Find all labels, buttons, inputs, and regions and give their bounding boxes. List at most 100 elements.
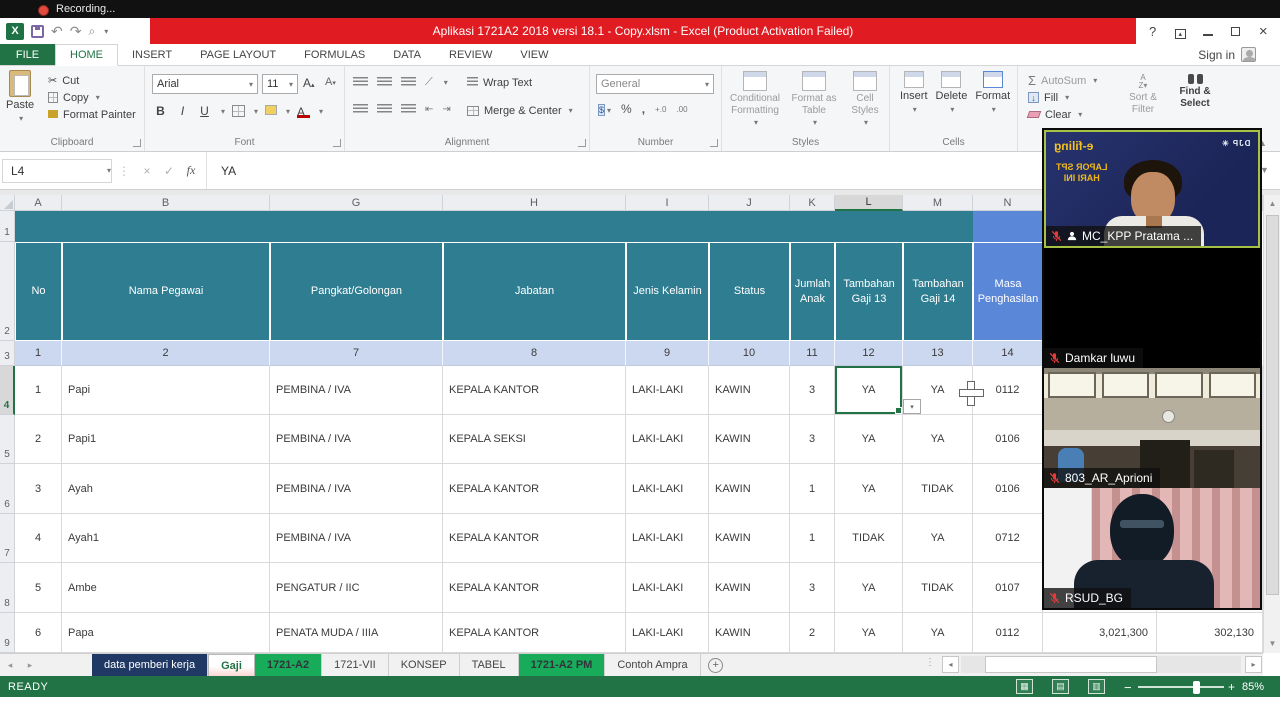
page-break-view-button[interactable]: ▥ (1088, 679, 1105, 694)
tab-scroll-right-icon[interactable]: ▸ (20, 654, 40, 676)
video-tile-mc-kpp-pratama[interactable]: e-filingLAPOR SPTHARI INIDJP ✳MC_KPP Pra… (1044, 130, 1260, 248)
undo-icon[interactable]: ↶ (51, 24, 63, 38)
cancel-entry-button[interactable]: × (136, 164, 158, 178)
vertical-scrollbar[interactable]: ▲ ▼ (1263, 195, 1280, 653)
cell-G6[interactable]: PEMBINA / IVA (270, 464, 443, 514)
ribbon-tab-home[interactable]: HOME (55, 44, 118, 66)
cell-I7[interactable]: LAKI-LAKI (626, 514, 709, 563)
column-header-g[interactable]: G (270, 195, 443, 211)
header-cell-tambahan-gaji-14[interactable]: Tambahan Gaji 14 (903, 242, 973, 341)
cell-I6[interactable]: LAKI-LAKI (626, 464, 709, 514)
align-top-icon[interactable] (353, 77, 368, 88)
cell-M9[interactable]: YA (903, 613, 973, 653)
merged-band-blue[interactable] (973, 211, 1043, 242)
cell-L4[interactable]: YA (835, 366, 903, 415)
row-header-8[interactable]: 8 (0, 563, 15, 613)
cell-K7[interactable]: 1 (790, 514, 835, 563)
cell-B9[interactable]: Papa (62, 613, 270, 653)
header-number-9[interactable]: 9 (626, 341, 709, 366)
find-select-button[interactable]: Find & Select (1170, 74, 1220, 109)
cell-P9[interactable]: 302,130 (1157, 613, 1263, 653)
cell-L6[interactable]: YA (835, 464, 903, 514)
cell-B8[interactable]: Ambe (62, 563, 270, 613)
zoom-level[interactable]: 85% (1242, 681, 1264, 693)
excel-logo-icon[interactable]: X (6, 23, 24, 40)
cell-G5[interactable]: PEMBINA / IVA (270, 415, 443, 464)
cell-B7[interactable]: Ayah1 (62, 514, 270, 563)
grow-font-button[interactable]: A▴ (303, 76, 315, 90)
copy-button[interactable]: Copy▾ (44, 89, 136, 106)
ribbon-tab-insert[interactable]: INSERT (118, 44, 186, 65)
cell-G4[interactable]: PEMBINA / IVA (270, 366, 443, 415)
cell-styles-button[interactable]: Cell Styles▾ (844, 71, 886, 137)
conditional-formatting-button[interactable]: Conditional Formatting▾ (726, 71, 784, 137)
video-tile-803-ar-aprioni[interactable]: 803_AR_Aprioni (1044, 368, 1260, 488)
cell-validation-dropdown-button[interactable]: ▾ (903, 399, 921, 414)
row-header-9[interactable]: 9 (0, 613, 15, 653)
cell-N6[interactable]: 0106 (973, 464, 1043, 514)
font-family-select[interactable]: Arial▾ (152, 74, 258, 94)
cell-J5[interactable]: KAWIN (709, 415, 790, 464)
column-header-i[interactable]: I (626, 195, 709, 211)
number-format-select[interactable]: General▾ (596, 74, 714, 94)
minimize-button[interactable] (1197, 24, 1219, 39)
column-header-n[interactable]: N (973, 195, 1043, 211)
print-preview-icon[interactable]: ⌕ (88, 25, 95, 37)
header-cell-jabatan[interactable]: Jabatan (443, 242, 626, 341)
delete-cells-button[interactable]: Delete▾ (936, 71, 968, 137)
font-dialog-launcher[interactable] (333, 139, 341, 147)
header-number-11[interactable]: 11 (790, 341, 835, 366)
cell-K6[interactable]: 1 (790, 464, 835, 514)
header-number-12[interactable]: 12 (835, 341, 903, 366)
normal-view-button[interactable]: ▦ (1016, 679, 1033, 694)
clear-button[interactable]: Clear▾ (1024, 106, 1097, 123)
merge-center-button[interactable]: Merge & Center▾ (463, 102, 573, 119)
merged-band-teal[interactable] (15, 211, 973, 242)
cell-M8[interactable]: TIDAK (903, 563, 973, 613)
header-cell-tambahan-gaji-13[interactable]: Tambahan Gaji 13 (835, 242, 903, 341)
format-painter-button[interactable]: Format Painter (44, 106, 136, 123)
ribbon-display-options-button[interactable]: ▴ (1169, 24, 1191, 39)
ribbon-tab-formulas[interactable]: FORMULAS (290, 44, 379, 65)
cell-M7[interactable]: YA (903, 514, 973, 563)
align-center-icon[interactable] (377, 104, 392, 115)
number-dialog-launcher[interactable] (710, 139, 718, 147)
cell-H6[interactable]: KEPALA KANTOR (443, 464, 626, 514)
cell-L7[interactable]: TIDAK (835, 514, 903, 563)
zoom-slider-thumb[interactable] (1193, 681, 1200, 694)
ribbon-tab-data[interactable]: DATA (379, 44, 435, 65)
close-button[interactable]: × (1252, 23, 1274, 40)
confirm-entry-button[interactable]: ✓ (158, 164, 180, 178)
cell-K8[interactable]: 3 (790, 563, 835, 613)
cell-A6[interactable]: 3 (15, 464, 62, 514)
cell-B6[interactable]: Ayah (62, 464, 270, 514)
column-header-k[interactable]: K (790, 195, 835, 211)
zoom-in-button[interactable]: + (1228, 680, 1235, 694)
borders-button[interactable] (232, 105, 245, 117)
format-cells-button[interactable]: Format▾ (975, 71, 1010, 137)
fill-button[interactable]: ↓Fill▾ (1024, 89, 1097, 106)
header-cell-masa-penghasilan[interactable]: Masa Penghasilan (973, 242, 1043, 341)
header-cell-pangkat-golongan[interactable]: Pangkat/Golongan (270, 242, 443, 341)
cell-G9[interactable]: PENATA MUDA / IIIA (270, 613, 443, 653)
cell-L8[interactable]: YA (835, 563, 903, 613)
header-cell-status[interactable]: Status (709, 242, 790, 341)
row-header-7[interactable]: 7 (0, 514, 15, 563)
cell-N4[interactable]: 0112 (973, 366, 1043, 415)
help-button[interactable]: ? (1142, 24, 1164, 39)
cell-A5[interactable]: 2 (15, 415, 62, 464)
fill-color-button[interactable] (265, 102, 277, 120)
column-header-a[interactable]: A (15, 195, 62, 211)
shrink-font-button[interactable]: A▾ (325, 76, 336, 88)
row-header-6[interactable]: 6 (0, 464, 15, 514)
vertical-scroll-thumb[interactable] (1266, 215, 1279, 595)
cell-H9[interactable]: KEPALA KANTOR (443, 613, 626, 653)
increase-decimal-button[interactable]: +.0 (655, 105, 666, 114)
align-left-icon[interactable] (353, 104, 368, 115)
cell-A7[interactable]: 4 (15, 514, 62, 563)
header-number-1[interactable]: 1 (15, 341, 62, 366)
row-header-2[interactable]: 2 (0, 242, 15, 341)
header-number-2[interactable]: 2 (62, 341, 270, 366)
font-color-button[interactable]: A (297, 105, 310, 118)
scroll-up-button[interactable]: ▲ (1265, 195, 1280, 211)
